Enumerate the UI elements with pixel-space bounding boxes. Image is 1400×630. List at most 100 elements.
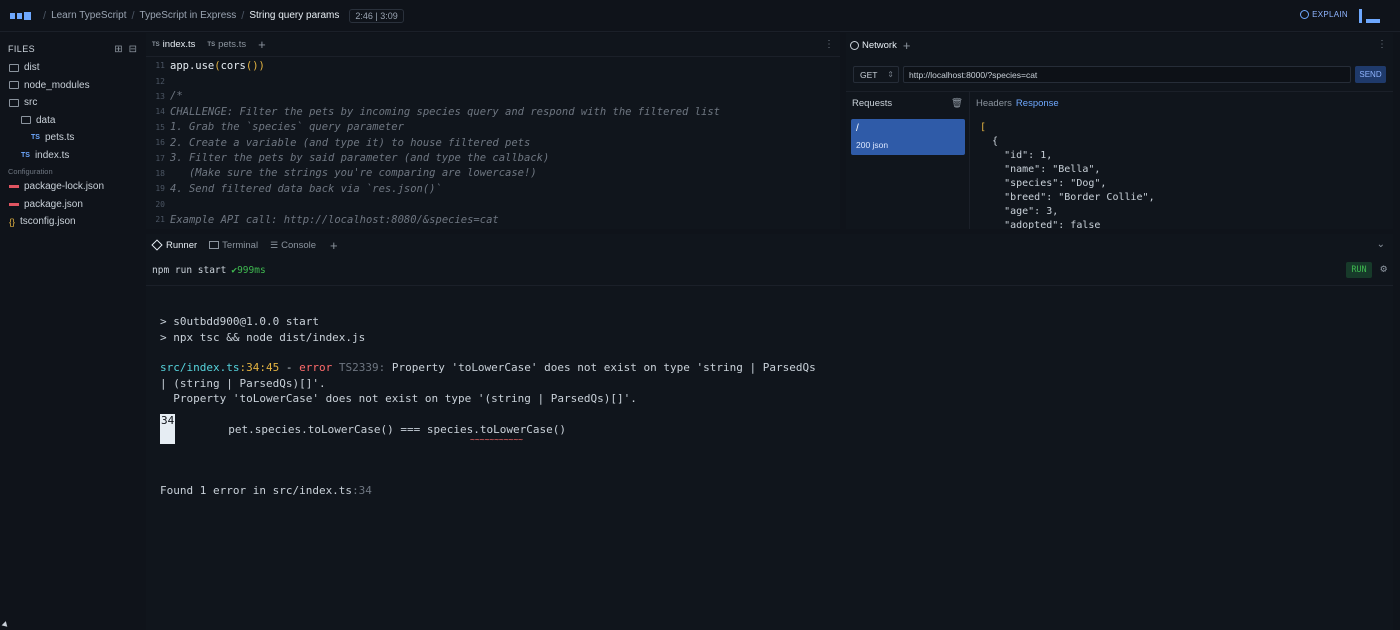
code-line: 20	[146, 197, 840, 212]
chevron-down-icon[interactable]: ⌄	[1377, 239, 1385, 250]
mouse-cursor-icon	[1, 621, 10, 629]
run-command: npm run start	[152, 265, 227, 276]
response-body[interactable]: [ { "id": 1, "name": "Bella", "species":…	[980, 120, 1393, 230]
tree-label: data	[36, 114, 56, 126]
error-line: src/index.ts:34:45 - error TS2339: Prope…	[160, 360, 1383, 375]
globe-icon	[850, 40, 859, 50]
request-item[interactable]: / 200 json	[851, 119, 965, 155]
video-timer: 2:46 | 3:09	[349, 8, 404, 23]
tree-label: pets.ts	[44, 132, 75, 144]
folder-open-icon	[9, 98, 19, 107]
tab-pets-ts[interactable]: TS pets.ts	[201, 33, 252, 57]
breadcrumb-course[interactable]: Learn TypeScript	[51, 10, 126, 21]
code-line: 16 2. Create a variable (and type it) to …	[146, 135, 840, 150]
error-label: error	[299, 361, 333, 375]
new-file-icon[interactable]: ⊞	[114, 44, 122, 55]
tab-index-ts[interactable]: TS index.ts	[146, 33, 201, 57]
tree-item-tsconfig-json[interactable]: {} tsconfig.json	[9, 213, 145, 231]
code-line: 15 1. Grab the `species` query parameter	[146, 120, 840, 135]
network-menu-icon[interactable]: ⋮	[1377, 39, 1387, 50]
top-bar: / Learn TypeScript / TypeScript in Expre…	[0, 0, 1400, 32]
layout-toggle[interactable]	[1359, 9, 1380, 23]
tab-headers[interactable]: Headers	[976, 98, 1012, 109]
json-line: [	[980, 121, 987, 133]
logo[interactable]	[10, 11, 31, 20]
add-tab-icon[interactable]: +	[903, 38, 911, 53]
npm-file-icon	[9, 185, 19, 189]
line-number: 19	[155, 184, 165, 194]
tab-runner[interactable]: Runner	[149, 234, 201, 256]
error-dash: -	[279, 361, 300, 375]
line-number: 11	[155, 61, 165, 71]
tree-label: dist	[24, 62, 40, 74]
run-button[interactable]: RUN	[1346, 262, 1372, 278]
tree-item-index-ts[interactable]: TS index.ts	[9, 147, 145, 165]
json-line: "name": "Bella",	[980, 163, 1101, 175]
code-line: 14 CHALLENGE: Filter the pets by incoming…	[146, 104, 840, 119]
terminal-output[interactable]: > s0utbdd900@1.0.0 start > npx tsc && no…	[160, 314, 1383, 499]
code-line: 18 (Make sure the strings you're compari…	[146, 166, 840, 181]
new-folder-icon[interactable]: ⊟	[129, 44, 137, 55]
trash-icon[interactable]: 🗑	[951, 98, 963, 109]
request-status: 200 json	[856, 140, 889, 150]
summary-location: :34	[352, 484, 372, 498]
terminal-icon	[209, 241, 220, 249]
tab-label: Console	[281, 239, 317, 251]
error-message: Property 'toLowerCase' does not exist on…	[391, 361, 816, 375]
configuration-label: Configuration	[8, 166, 53, 176]
breadcrumb-module[interactable]: TypeScript in Express	[140, 10, 237, 21]
tree-label: node_modules	[24, 79, 90, 91]
code-line: 12	[146, 73, 840, 88]
runner-panel: Runner Terminal ☰ Console + ⌄ npm run sta…	[146, 234, 1393, 630]
tab-label: pets.ts	[218, 39, 247, 50]
tab-network[interactable]: Network	[850, 40, 897, 51]
tab-label: Terminal	[222, 239, 259, 251]
response-viewer: Headers Response [ { "id": 1, "name": "B…	[970, 92, 1393, 230]
output-line: > npx tsc && node dist/index.js	[160, 330, 366, 344]
add-tab-icon[interactable]: +	[330, 238, 338, 253]
code-line: 17 3. Filter the pets by said parameter (…	[146, 150, 840, 165]
tree-item-data[interactable]: data	[9, 112, 145, 130]
tab-response[interactable]: Response	[1016, 98, 1059, 109]
gear-icon[interactable]: ⚙	[1380, 262, 1387, 275]
layout-sidebar-icon	[1359, 9, 1362, 23]
tree-label: package-lock.json	[24, 181, 105, 193]
requests-list: Requests 🗑 / 200 json	[846, 92, 970, 229]
typescript-file-icon: TS	[21, 151, 30, 159]
error-code: TS2339:	[332, 361, 392, 375]
add-tab-icon[interactable]: +	[258, 37, 266, 52]
tree-label: src	[24, 97, 38, 109]
tree-item-package-json[interactable]: package.json	[9, 196, 145, 214]
code-text: 3. Filter the pets by said parameter (an…	[170, 152, 550, 165]
code-text: Example API call: http://localhost:8080/…	[170, 213, 499, 226]
json-line: {	[980, 135, 999, 147]
tab-label: index.ts	[162, 39, 196, 50]
url-input[interactable]: http://localhost:8000/?species=cat	[903, 66, 1351, 83]
explain-button[interactable]: EXPLAIN	[1300, 10, 1348, 19]
tree-item-dist[interactable]: dist	[9, 59, 145, 77]
summary-text: Found 1 error in src/index.ts	[160, 484, 353, 498]
code-area[interactable]: 11 app.use(cors()) 12 13 /* 14 CHALLENGE: F…	[146, 58, 840, 229]
editor-menu-icon[interactable]: ⋮	[824, 39, 834, 50]
line-number: 12	[155, 76, 165, 86]
code-text: /*	[170, 90, 183, 103]
tree-item-node-modules[interactable]: node_modules	[9, 77, 145, 95]
tree-item-src[interactable]: src	[9, 94, 145, 112]
tab-console[interactable]: ☰ Console	[266, 234, 320, 256]
code-line: 21 Example API call: http://localhost:808…	[146, 212, 840, 227]
error-code-snippet: pet.species.toLowerCase() === species.to…	[175, 422, 566, 436]
code-text: 1. Grab the `species` query parameter	[170, 121, 404, 134]
tree-item-package-lock-json[interactable]: package-lock.json	[9, 178, 145, 196]
request-path: /	[856, 123, 859, 134]
tree-item-pets-ts[interactable]: TS pets.ts	[9, 129, 145, 147]
send-button[interactable]: SEND	[1355, 66, 1386, 83]
method-select[interactable]: GET ⇕	[853, 66, 899, 83]
breadcrumb-lesson: String query params	[249, 10, 340, 21]
requests-title: Requests	[852, 97, 893, 109]
code-line: 19 4. Send filtered data back via `res.js…	[146, 181, 840, 196]
code-text: app.use(cors())	[170, 59, 265, 72]
folder-icon	[21, 116, 31, 125]
folder-icon	[9, 81, 19, 90]
summary-line: Found 1 error in src/index.ts:34	[160, 483, 1383, 498]
tab-terminal[interactable]: Terminal	[205, 234, 262, 256]
